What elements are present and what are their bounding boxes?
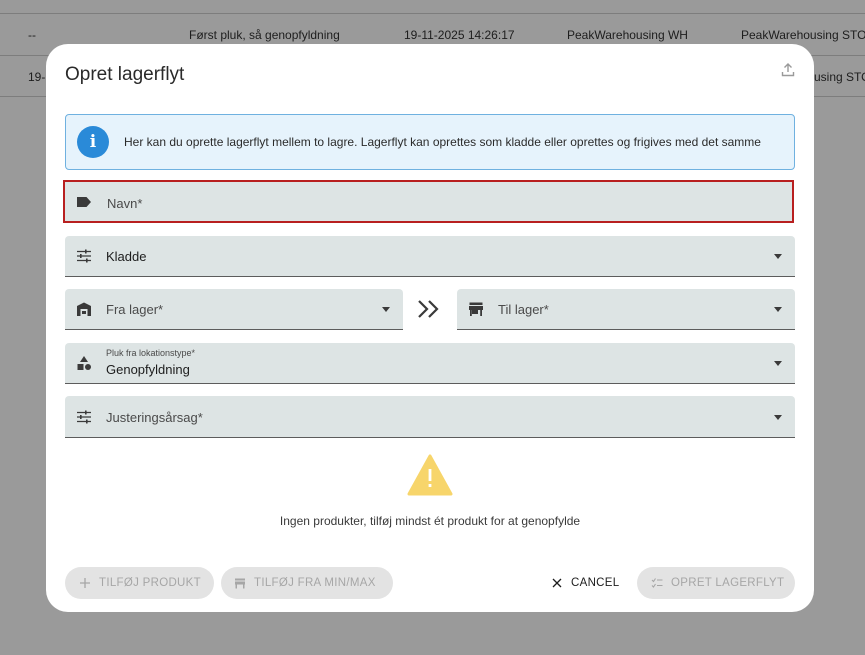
info-icon: i [77,126,109,158]
store-icon [469,302,483,316]
add-from-minmax-label: TILFØJ FRA MIN/MAX [254,577,376,589]
pick-location-type-label: Pluk fra lokationstype* [106,348,196,358]
empty-state-text: Ingen produkter, tilføj mindst ét produk… [279,514,581,528]
chevron-down-icon [774,254,782,259]
adjustment-reason-select[interactable]: Justeringsårsag* [65,396,795,438]
pick-location-type-select[interactable]: Pluk fra lokationstype* Genopfyldning [65,343,795,384]
warehouse-icon [77,302,91,316]
status-value: Kladde [106,249,147,264]
name-field-label: Navn* [107,196,143,211]
chevron-down-icon [774,414,782,420]
plus-icon [80,578,90,588]
table-cell: PeakWarehousing WH [567,28,688,42]
table-cell: Først pluk, så genopfyldning [189,28,340,42]
pick-location-type-value: Genopfyldning [106,362,190,377]
name-field[interactable]: Navn* [63,180,794,223]
chevron-down-icon [774,307,782,312]
status-select[interactable]: Kladde [65,236,795,277]
cancel-label: CANCEL [571,577,620,589]
info-alert: i Her kan du oprette lagerflyt mellem to… [65,114,795,170]
chevron-down-icon [382,307,390,312]
close-icon [552,578,562,588]
to-warehouse-label: Til lager* [498,302,549,317]
from-warehouse-label: Fra lager* [106,302,164,317]
upload-icon[interactable] [780,62,796,78]
dialog-title: Opret lagerflyt [65,64,185,85]
warning-icon [407,454,453,496]
table-cell: PeakWarehousing STO [741,28,865,42]
tune-icon [77,410,91,424]
from-warehouse-select[interactable]: Fra lager* [65,289,403,330]
table-cell: 19-11-2025 14:26:17 [404,28,515,42]
table-cell: -- [28,28,36,42]
create-transfer-label: OPRET LAGERFLYT [671,577,785,589]
cart-icon [235,578,245,589]
category-icon [77,356,91,370]
adjustment-reason-label: Justeringsårsag* [106,410,203,425]
add-from-minmax-button[interactable]: TILFØJ FRA MIN/MAX [221,567,393,599]
tune-icon [77,249,91,263]
chevron-down-icon [774,361,782,366]
create-transfer-button[interactable]: OPRET LAGERFLYT [637,567,795,599]
label-icon [77,197,91,207]
double-arrow-right-icon [418,300,439,318]
info-text: Her kan du oprette lagerflyt mellem to l… [124,135,761,149]
to-warehouse-select[interactable]: Til lager* [457,289,795,330]
add-product-button[interactable]: TILFØJ PRODUKT [65,567,214,599]
checklist-icon [651,578,663,588]
table-cell: using STO [814,70,865,84]
create-transfer-dialog: Opret lagerflyt i Her kan du oprette lag… [46,44,814,612]
cancel-button[interactable]: CANCEL [544,567,626,599]
add-product-label: TILFØJ PRODUKT [99,577,201,589]
